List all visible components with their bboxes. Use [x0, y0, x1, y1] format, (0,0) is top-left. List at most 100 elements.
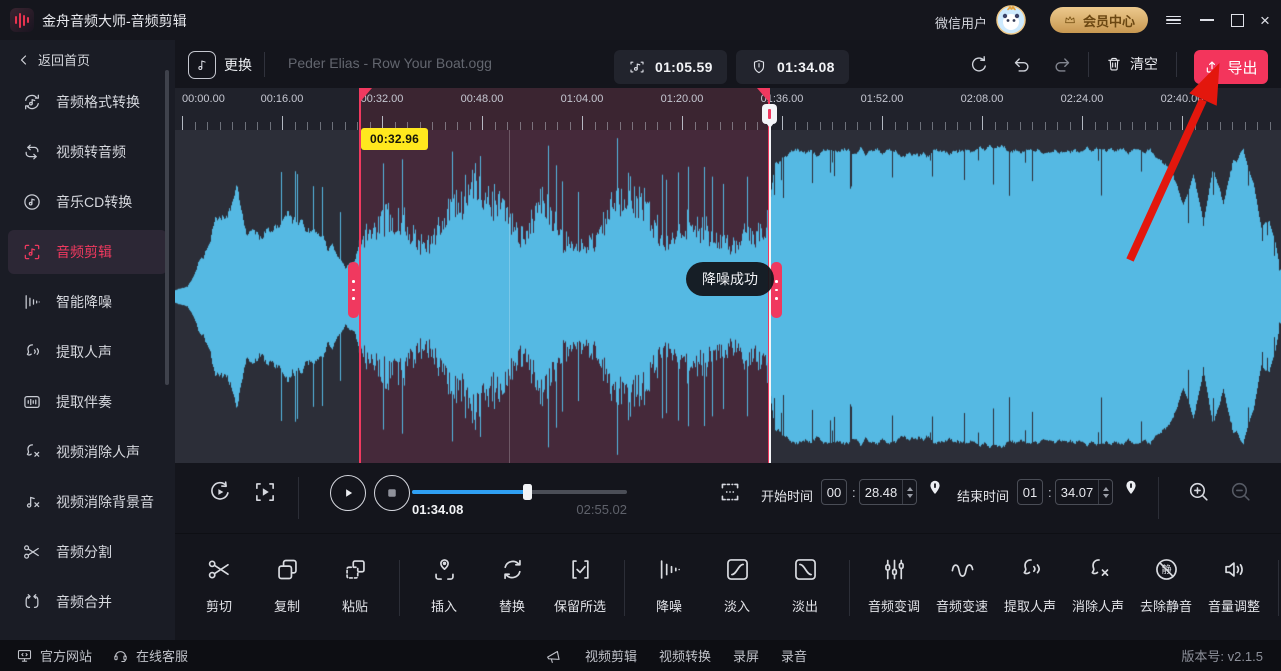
sidebar-item-extract-accomp[interactable]: 提取伴奏 — [8, 380, 167, 424]
back-home-button[interactable]: 返回首页 — [18, 50, 90, 69]
member-center-button[interactable]: 会员中心 — [1050, 7, 1148, 33]
selection-end-handle[interactable] — [771, 262, 782, 318]
ruler-minor-tick — [270, 122, 271, 130]
end-minute-field[interactable]: 01 — [1017, 479, 1043, 505]
sidebar-item-audio-split[interactable]: 音频分割 — [8, 530, 167, 574]
sidebar-item-extract-vocal[interactable]: 提取人声 — [8, 330, 167, 374]
sidebar-item-video-remove-vocal[interactable]: 视频消除人声 — [8, 430, 167, 474]
play-button[interactable] — [330, 475, 366, 511]
ruler-minor-tick — [732, 122, 733, 130]
selection-start-handle[interactable] — [348, 262, 359, 318]
status-links: 视频剪辑 视频转换 录屏 录音 — [545, 640, 807, 671]
tool-speed-button[interactable]: 音频变速 — [928, 556, 996, 615]
sidebar-item-audio-edit[interactable]: 音频剪辑 — [8, 230, 167, 274]
sidebar-item-video-to-audio[interactable]: 视频转音频 — [8, 130, 167, 174]
tool-paste-button[interactable]: 粘贴 — [321, 556, 389, 615]
user-avatar[interactable] — [996, 5, 1026, 35]
maximize-button[interactable] — [1226, 10, 1248, 30]
sidebar-item-label: 提取伴奏 — [56, 392, 112, 412]
ruler-minor-tick — [1032, 122, 1033, 130]
tool-keep-selected-button[interactable]: 保留所选 — [546, 556, 614, 615]
status-link[interactable]: 视频转换 — [659, 646, 711, 665]
undo-icon[interactable] — [1010, 54, 1032, 76]
tool-fade-in-button[interactable]: 淡入 — [703, 556, 771, 615]
sidebar-item-smart-denoise[interactable]: 智能降噪 — [8, 280, 167, 324]
tool-fade-out-button[interactable]: 淡出 — [771, 556, 839, 615]
redo-icon[interactable] — [1052, 54, 1074, 76]
status-link[interactable]: 录音 — [781, 646, 807, 665]
colon: : — [852, 485, 856, 500]
menu-icon[interactable] — [1162, 10, 1184, 30]
tool-remove-vocal-button[interactable]: 消除人声 — [1064, 556, 1132, 615]
extract-accomp-icon — [22, 392, 42, 412]
close-button[interactable]: × — [1254, 10, 1276, 30]
end-second-stepper[interactable] — [1098, 480, 1112, 504]
ruler-minor-tick — [345, 122, 346, 130]
tool-insert-button[interactable]: 插入 — [410, 556, 478, 615]
sidebar-scrollbar[interactable] — [165, 70, 169, 385]
support-link[interactable]: 在线客服 — [112, 640, 188, 671]
audio-edit-icon — [22, 242, 42, 262]
tool-remove-silence-button[interactable]: 静去除静音 — [1132, 556, 1200, 615]
sidebar-item-video-remove-bgm[interactable]: 视频消除背景音 — [8, 480, 167, 524]
fade-out-icon — [792, 556, 819, 583]
tool-cut-button[interactable]: 剪切 — [185, 556, 253, 615]
status-link[interactable]: 录屏 — [733, 646, 759, 665]
start-second-field[interactable]: 28.48 — [859, 479, 917, 505]
ruler-minor-tick — [1132, 122, 1133, 130]
tool-label: 音频变调 — [868, 596, 920, 615]
ruler-major-tick — [582, 116, 583, 130]
zoom-in-icon[interactable] — [1186, 479, 1211, 504]
tool-volume-button[interactable]: 音量调整 — [1200, 556, 1268, 615]
stop-button[interactable] — [374, 475, 410, 511]
selection-end-flag[interactable] — [757, 88, 769, 102]
ruler-minor-tick — [857, 122, 858, 130]
sidebar-item-audio-merge[interactable]: 音频合并 — [8, 580, 167, 624]
progress-handle[interactable] — [523, 484, 532, 500]
chevron-left-icon — [18, 54, 30, 66]
megaphone-icon — [545, 647, 563, 665]
sidebar-item-cd-convert[interactable]: 音乐CD转换 — [8, 180, 167, 224]
official-site-link[interactable]: 官方网站 — [16, 640, 92, 671]
tool-copy-button[interactable]: 复制 — [253, 556, 321, 615]
playback-progress-bar[interactable] — [412, 490, 627, 494]
selection-start-flag[interactable] — [360, 88, 372, 102]
ruler-minor-tick — [832, 122, 833, 130]
transport-divider — [1158, 477, 1159, 519]
sidebar-item-format-convert[interactable]: 音频格式转换 — [8, 80, 167, 124]
select-region-icon[interactable] — [717, 479, 743, 505]
tool-pitch-button[interactable]: 音频变调 — [860, 556, 928, 615]
toolbar-divider — [1176, 52, 1177, 77]
loop-play-icon[interactable] — [207, 479, 233, 505]
minimize-button[interactable] — [1196, 10, 1218, 30]
export-button[interactable]: 导出 — [1194, 50, 1268, 84]
start-second-stepper[interactable] — [902, 480, 916, 504]
pitch-icon — [881, 556, 908, 583]
sidebar-item-label: 智能降噪 — [56, 292, 112, 312]
tool-denoise-button[interactable]: 降噪 — [635, 556, 703, 615]
ruler-minor-tick — [957, 122, 958, 130]
waveform-canvas[interactable] — [175, 130, 1281, 463]
status-link[interactable]: 视频剪辑 — [585, 646, 637, 665]
tool-replace-button[interactable]: 替换 — [478, 556, 546, 615]
end-second-field[interactable]: 34.07 — [1055, 479, 1113, 505]
user-name: 微信用户 — [935, 13, 987, 32]
start-minute-field[interactable]: 00 — [821, 479, 847, 505]
ruler-minor-tick — [657, 122, 658, 130]
tool-label: 音频变速 — [936, 596, 988, 615]
playhead-pin[interactable] — [762, 104, 777, 124]
waveform-area[interactable] — [175, 130, 1281, 463]
zoom-out-icon[interactable] — [1228, 479, 1253, 504]
set-start-marker-icon[interactable] — [923, 478, 947, 504]
app-title: 金舟音频大师-音频剪辑 — [42, 11, 187, 31]
tool-extract-vocal-button[interactable]: 提取人声 — [996, 556, 1064, 615]
play-selection-icon[interactable] — [252, 479, 278, 505]
trash-icon — [1105, 55, 1123, 73]
set-end-marker-icon[interactable] — [1119, 478, 1143, 504]
clear-button[interactable]: 清空 — [1105, 54, 1158, 74]
export-label: 导出 — [1227, 57, 1257, 78]
timeline-ruler[interactable]: 00:00.0000:16.0000:32.0000:48.0001:04.00… — [175, 88, 1281, 130]
duration-pill: 01:05.59 — [614, 50, 727, 84]
refresh-icon[interactable] — [968, 54, 990, 76]
replace-button[interactable]: 更换 — [224, 55, 252, 75]
